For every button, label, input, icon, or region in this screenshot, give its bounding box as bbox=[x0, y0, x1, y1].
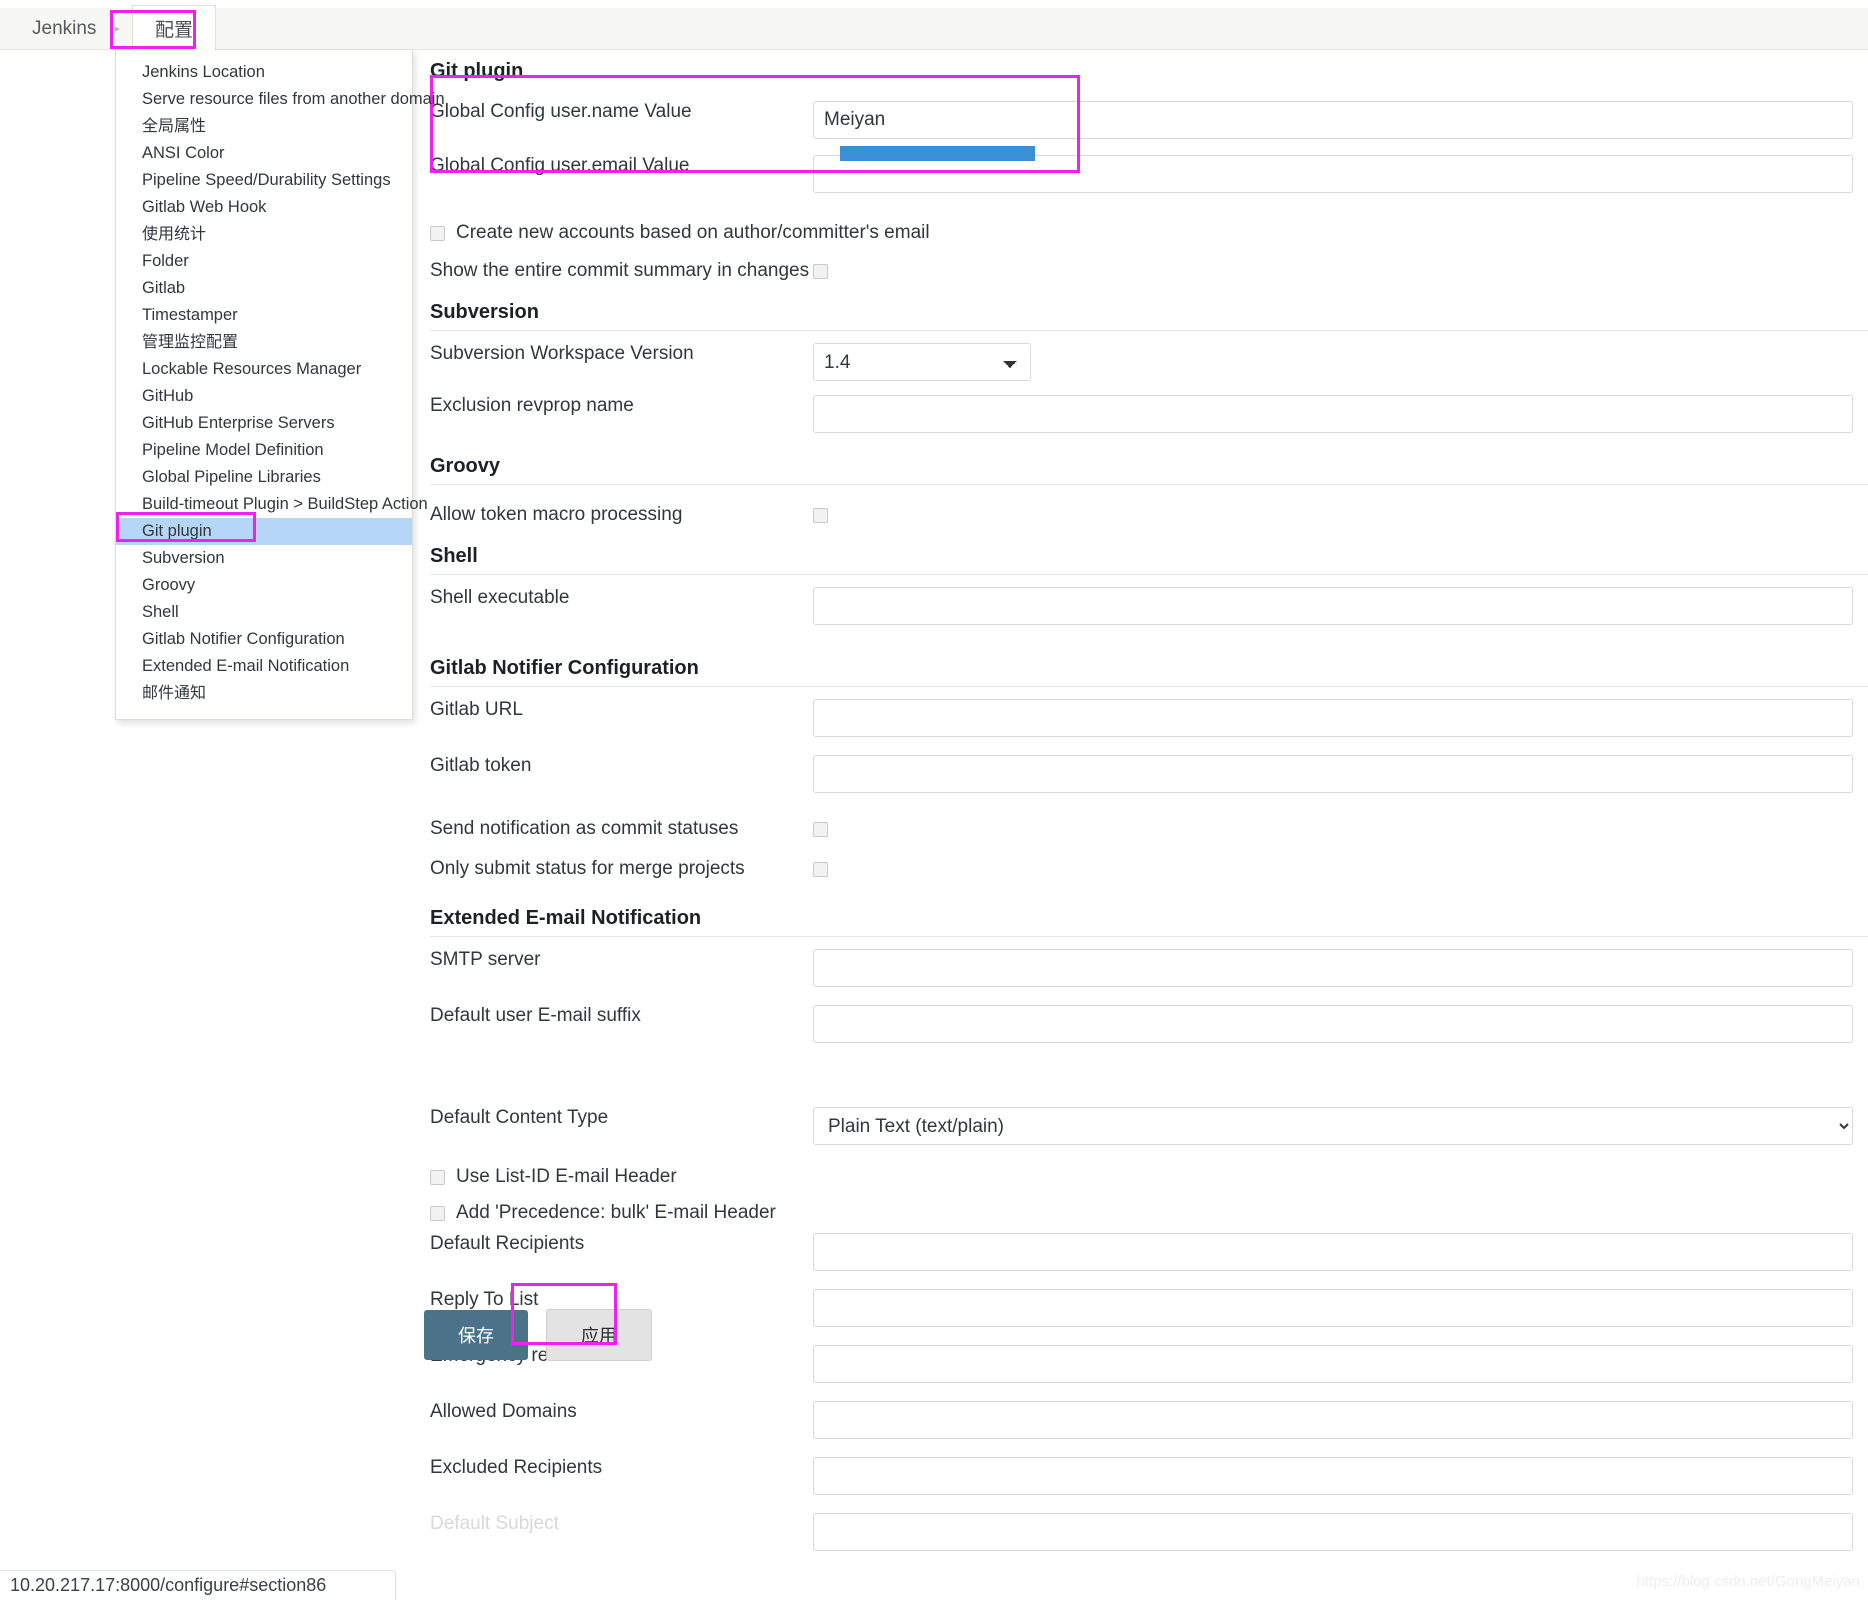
input-excluded-recipients[interactable] bbox=[813, 1457, 1853, 1495]
label-smtp-server: SMTP server bbox=[430, 949, 541, 970]
configuration-form: Git plugin Global Config user.name Value… bbox=[418, 50, 1868, 1551]
input-default-recipients[interactable] bbox=[813, 1233, 1853, 1271]
section-title-groovy: Groovy bbox=[430, 455, 501, 477]
menu-item-github-enterprise-servers[interactable]: GitHub Enterprise Servers bbox=[116, 410, 412, 437]
input-smtp-server[interactable] bbox=[813, 949, 1853, 987]
menu-item-gitlab-web-hook[interactable]: Gitlab Web Hook bbox=[116, 194, 412, 221]
checkbox-create-new-accounts[interactable] bbox=[430, 225, 445, 241]
divider-extended-email bbox=[430, 936, 1868, 937]
status-bar-url: 10.20.217.17:8000/configure#section86 bbox=[0, 1570, 396, 1600]
select-default-content-type[interactable]: Plain Text (text/plain) bbox=[813, 1107, 1853, 1145]
input-allowed-domains[interactable] bbox=[813, 1401, 1853, 1439]
label-default-user-email-suffix: Default user E-mail suffix bbox=[430, 1005, 641, 1026]
input-exclusion-revprop[interactable] bbox=[813, 395, 1853, 433]
input-gitlab-url[interactable] bbox=[813, 699, 1853, 737]
label-default-recipients: Default Recipients bbox=[430, 1233, 585, 1254]
select-subversion-workspace-version[interactable]: 1.4 bbox=[813, 343, 1031, 381]
watermark: https://blog.csdn.net/GongMeiyan bbox=[1636, 1573, 1860, 1590]
menu-item-git-plugin[interactable]: Git plugin bbox=[116, 518, 412, 545]
label-only-submit-merge-projects: Only submit status for merge projects bbox=[430, 858, 745, 879]
menu-item-gitlab-notifier-configuration[interactable]: Gitlab Notifier Configuration bbox=[116, 626, 412, 653]
breadcrumb: Jenkins ▸ 配置 bbox=[0, 5, 1868, 52]
divider-shell bbox=[430, 574, 1868, 575]
menu-item-monitoring-config[interactable]: 管理监控配置 bbox=[116, 329, 412, 356]
menu-item-usage-statistics[interactable]: 使用统计 bbox=[116, 221, 412, 248]
menu-item-mail-notification[interactable]: 邮件通知 bbox=[116, 680, 412, 707]
input-default-subject[interactable] bbox=[813, 1513, 1853, 1551]
label-git-username: Global Config user.name Value bbox=[430, 101, 692, 122]
menu-item-subversion[interactable]: Subversion bbox=[116, 545, 412, 572]
input-git-username[interactable] bbox=[813, 101, 1853, 139]
checkbox-allow-token-macro[interactable] bbox=[813, 507, 828, 523]
label-send-notification-commit-statuses: Send notification as commit statuses bbox=[430, 818, 739, 839]
email-redaction-bar bbox=[840, 146, 1035, 161]
menu-item-groovy[interactable]: Groovy bbox=[116, 572, 412, 599]
checkbox-show-commit-summary[interactable] bbox=[813, 263, 828, 279]
menu-item-github[interactable]: GitHub bbox=[116, 383, 412, 410]
form-footer: 保存 应用 bbox=[418, 1300, 1868, 1370]
menu-item-shell[interactable]: Shell bbox=[116, 599, 412, 626]
checkbox-send-notification-commit-statuses[interactable] bbox=[813, 821, 828, 837]
menu-item-global-properties[interactable]: 全局属性 bbox=[116, 113, 412, 140]
input-shell-executable[interactable] bbox=[813, 587, 1853, 625]
label-default-subject: Default Subject bbox=[430, 1513, 559, 1534]
input-gitlab-token[interactable] bbox=[813, 755, 1853, 793]
apply-button[interactable]: 应用 bbox=[546, 1309, 652, 1361]
menu-item-extended-email-notification[interactable]: Extended E-mail Notification bbox=[116, 653, 412, 680]
label-create-new-accounts: Create new accounts based on author/comm… bbox=[456, 222, 930, 243]
menu-item-build-timeout-plugin[interactable]: Build-timeout Plugin > BuildStep Action bbox=[116, 491, 428, 518]
menu-item-serve-resource-files[interactable]: Serve resource files from another domain bbox=[116, 86, 445, 113]
checkbox-only-submit-merge-projects[interactable] bbox=[813, 861, 828, 877]
breadcrumb-root[interactable]: Jenkins bbox=[22, 14, 106, 44]
menu-item-timestamper[interactable]: Timestamper bbox=[116, 302, 412, 329]
label-exclusion-revprop: Exclusion revprop name bbox=[430, 395, 634, 416]
label-use-list-id-header: Use List-ID E-mail Header bbox=[456, 1166, 677, 1187]
breadcrumb-current[interactable]: 配置 bbox=[131, 5, 216, 52]
label-shell-executable: Shell executable bbox=[430, 587, 570, 608]
label-add-precedence-bulk-header: Add 'Precedence: bulk' E-mail Header bbox=[456, 1202, 776, 1223]
section-title-git-plugin: Git plugin bbox=[430, 60, 524, 82]
label-gitlab-url: Gitlab URL bbox=[430, 699, 523, 720]
label-allowed-domains: Allowed Domains bbox=[430, 1401, 577, 1422]
section-title-subversion: Subversion bbox=[430, 301, 539, 323]
section-title-extended-email: Extended E-mail Notification bbox=[430, 907, 702, 929]
divider-subversion bbox=[430, 330, 1868, 331]
divider-groovy bbox=[430, 484, 1868, 485]
menu-item-jenkins-location[interactable]: Jenkins Location bbox=[116, 59, 412, 86]
section-title-gitlab-notifier: Gitlab Notifier Configuration bbox=[430, 657, 699, 679]
menu-item-pipeline-speed-durability[interactable]: Pipeline Speed/Durability Settings bbox=[116, 167, 412, 194]
label-default-content-type: Default Content Type bbox=[430, 1107, 609, 1128]
breadcrumb-separator-icon: ▸ bbox=[114, 23, 120, 35]
checkbox-use-list-id-header[interactable] bbox=[430, 1169, 445, 1185]
checkbox-add-precedence-bulk-header[interactable] bbox=[430, 1205, 445, 1221]
section-title-shell: Shell bbox=[430, 545, 478, 567]
divider-gitlab-notifier bbox=[430, 686, 1868, 687]
menu-item-gitlab[interactable]: Gitlab bbox=[116, 275, 412, 302]
menu-item-lockable-resources-manager[interactable]: Lockable Resources Manager bbox=[116, 356, 412, 383]
save-button[interactable]: 保存 bbox=[424, 1310, 528, 1360]
config-section-menu[interactable]: Jenkins Location Serve resource files fr… bbox=[115, 50, 445, 720]
label-subversion-workspace-version: Subversion Workspace Version bbox=[430, 343, 694, 364]
menu-item-ansi-color[interactable]: ANSI Color bbox=[116, 140, 412, 167]
label-allow-token-macro: Allow token macro processing bbox=[430, 504, 683, 525]
label-git-email: Global Config user.email Value bbox=[430, 155, 690, 176]
label-show-commit-summary: Show the entire commit summary in change… bbox=[430, 260, 810, 281]
menu-item-folder[interactable]: Folder bbox=[116, 248, 412, 275]
menu-item-pipeline-model-definition[interactable]: Pipeline Model Definition bbox=[116, 437, 412, 464]
label-excluded-recipients: Excluded Recipients bbox=[430, 1457, 603, 1478]
label-gitlab-token: Gitlab token bbox=[430, 755, 532, 776]
menu-item-global-pipeline-libraries[interactable]: Global Pipeline Libraries bbox=[116, 464, 412, 491]
input-default-user-email-suffix[interactable] bbox=[813, 1005, 1853, 1043]
